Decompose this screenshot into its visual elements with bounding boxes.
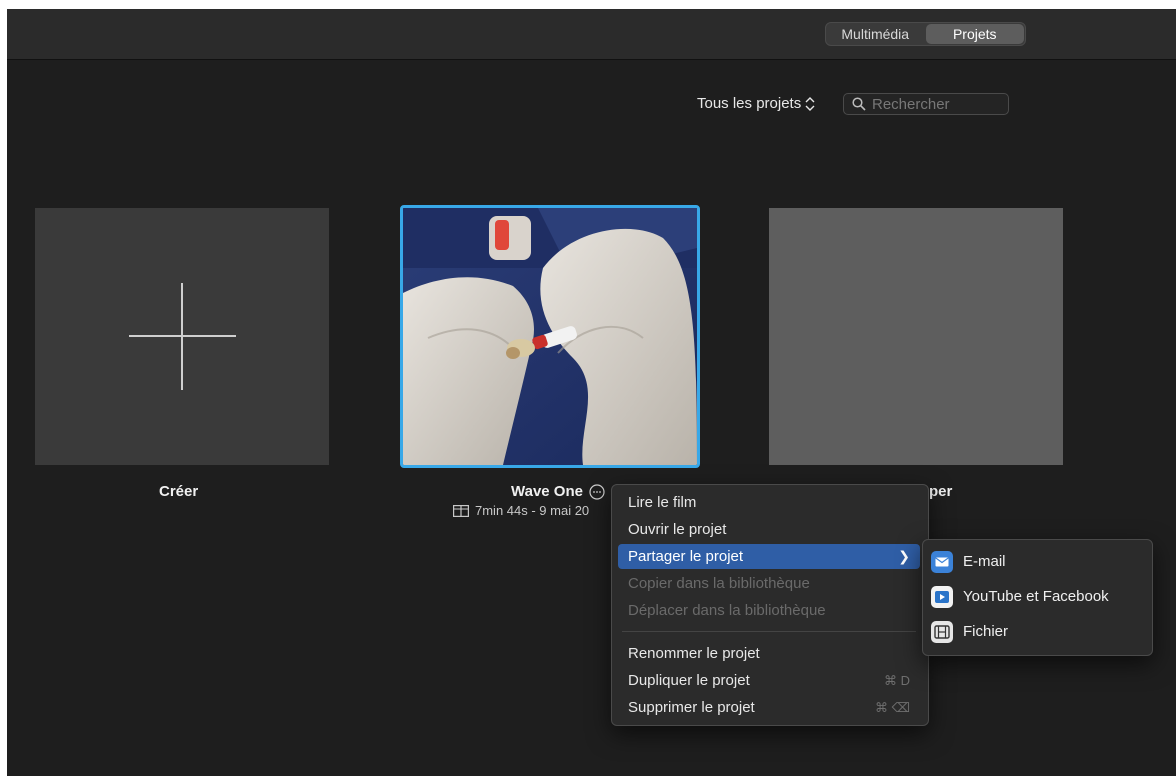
projects-filter-popup[interactable]: Tous les projets — [697, 95, 815, 112]
more-options-icon[interactable] — [589, 483, 605, 500]
search-field[interactable]: Rechercher — [843, 93, 1009, 115]
share-submenu: E-mail YouTube et Facebook Fichier — [922, 539, 1153, 656]
search-icon — [852, 97, 866, 111]
project-context-menu: Lire le film Ouvrir le projet Partager l… — [611, 484, 929, 726]
submenu-item-email[interactable]: E-mail — [931, 547, 1006, 577]
project-thumbnail — [403, 208, 697, 465]
shortcut-delete: ⌘ ⌫ — [875, 700, 910, 715]
chevron-right-icon: ❯ — [898, 548, 910, 564]
view-segmented-control: Multimédia Projets — [825, 22, 1026, 46]
submenu-item-file[interactable]: Fichier — [931, 617, 1008, 647]
media-share-icon — [931, 586, 953, 608]
project-card-wave-one[interactable] — [400, 205, 700, 468]
tab-projets[interactable]: Projets — [925, 24, 1024, 44]
project-title-third: per — [929, 483, 953, 500]
create-thumbnail — [35, 208, 329, 465]
chevron-updown-icon — [805, 96, 815, 111]
menu-item-delete-project[interactable]: Supprimer le projet ⌘ ⌫ — [618, 695, 920, 720]
filter-label: Tous les projets — [697, 95, 802, 112]
menu-item-duplicate-project[interactable]: Dupliquer le projet ⌘ D — [618, 668, 920, 693]
toolbar: Multimédia Projets — [7, 9, 1176, 60]
menu-item-rename-project[interactable]: Renommer le projet — [618, 641, 920, 666]
tab-multimedia[interactable]: Multimédia — [826, 23, 925, 45]
film-strip-icon — [453, 504, 469, 517]
menu-item-move-to-library: Déplacer dans la bibliothèque — [628, 602, 826, 619]
project-title-wave-one: Wave One — [511, 483, 605, 500]
project-meta-wave-one: 7min 44s - 9 mai 20 — [453, 503, 589, 518]
mail-icon — [931, 551, 953, 573]
submenu-item-youtube-facebook[interactable]: YouTube et Facebook — [931, 582, 1109, 612]
film-file-icon — [931, 621, 953, 643]
menu-item-share-project[interactable]: Partager le projet ❯ — [618, 544, 920, 569]
menu-item-play-movie[interactable]: Lire le film — [618, 490, 920, 515]
create-project-title: Créer — [159, 483, 199, 500]
imovie-window: Multimédia Projets Tous les projets Rech… — [7, 9, 1176, 776]
menu-separator — [622, 631, 916, 632]
shortcut-duplicate: ⌘ D — [884, 673, 910, 688]
menu-item-open-project[interactable]: Ouvrir le projet — [618, 517, 920, 542]
search-placeholder: Rechercher — [872, 95, 950, 113]
create-project-card[interactable] — [35, 208, 329, 465]
menu-item-copy-to-library: Copier dans la bibliothèque — [628, 575, 810, 592]
project-card-third[interactable] — [769, 208, 1063, 465]
